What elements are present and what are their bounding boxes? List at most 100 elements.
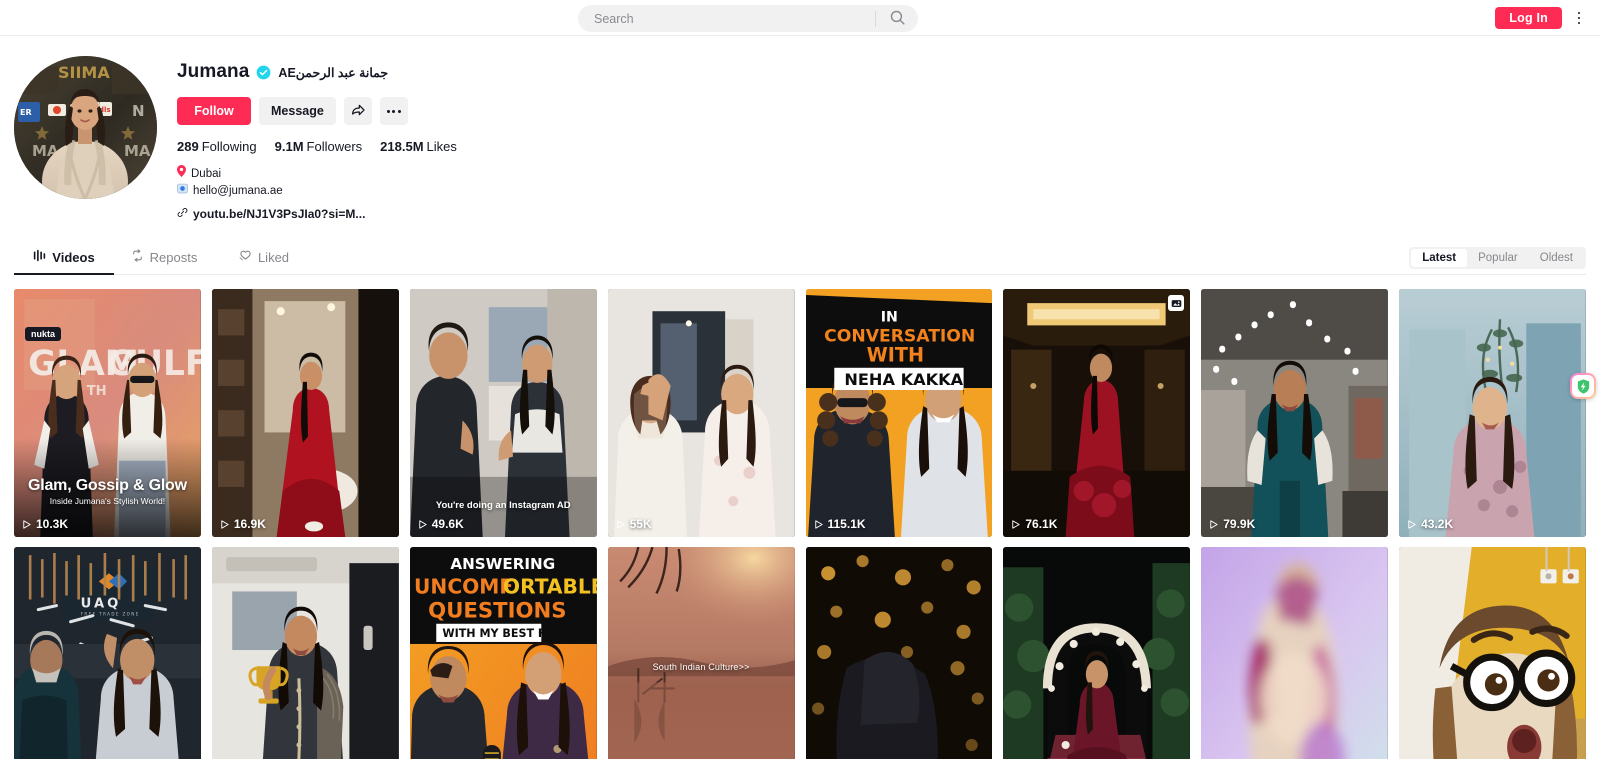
svg-text:SIIMA: SIIMA (58, 63, 110, 82)
view-count-value: 10.3K (36, 517, 69, 532)
heart-lock-icon (239, 249, 252, 265)
bio-link[interactable]: youtu.be/NJ1V3PsJIa0?si=M... (177, 206, 457, 222)
sort-oldest-button[interactable]: Oldest (1529, 249, 1584, 267)
stat-followers[interactable]: 9.1M Followers (275, 139, 363, 154)
video-card[interactable]: South Indian Culture>> (607, 547, 795, 759)
svg-text:UNCOMF: UNCOMF (414, 575, 513, 599)
search-button[interactable] (876, 5, 918, 32)
view-count: 49.6K (417, 517, 464, 531)
repost-arrows-icon (131, 249, 144, 265)
share-button[interactable] (343, 97, 372, 125)
profile-bio: Dubai hello@jumana.ae youtu.be/NJ1V3PsJI… (177, 165, 457, 222)
tab-videos[interactable]: Videos (14, 240, 114, 275)
search-input[interactable] (578, 11, 875, 26)
video-thumbnail: IN CONVERSATION WITH NEHA KAKKAR (805, 289, 993, 538)
video-card[interactable]: 43.2K (1399, 289, 1586, 538)
video-card[interactable] (805, 547, 993, 759)
verified-badge-icon (256, 65, 271, 80)
video-card[interactable]: 79.9K (1201, 289, 1389, 538)
video-thumbnail (607, 289, 795, 538)
more-options-button[interactable] (379, 97, 408, 125)
video-thumbnail (1399, 289, 1586, 538)
view-count-value: 79.9K (1223, 517, 1256, 532)
svg-text:ORTABLE: ORTABLE (503, 575, 597, 599)
photo-carousel-icon (1168, 295, 1185, 311)
following-label: Following (201, 139, 257, 154)
video-card[interactable]: UAQ FREE TRADE ZONE (14, 547, 201, 759)
view-count: 16.9K (219, 517, 266, 531)
video-card[interactable]: You're doing an Instagram AD 49.6K (409, 289, 597, 538)
grid-bars-icon (33, 249, 46, 265)
profile-real-name: جمانة عبد الرحمنAE (278, 65, 389, 80)
video-thumbnail (1201, 289, 1389, 538)
stat-likes: 218.5M Likes (380, 139, 457, 154)
login-button[interactable]: Log In (1495, 7, 1562, 29)
video-card[interactable]: 16.9K (211, 289, 399, 538)
profile-tabs: Videos Reposts Liked Latest Popular Olde… (14, 241, 1586, 275)
video-thumbnail (607, 547, 795, 759)
view-count: 55K (615, 517, 652, 531)
tab-reposts-label: Reposts (149, 249, 198, 265)
topbar-right-actions: Log In (1495, 0, 1590, 36)
likes-label: Likes (426, 139, 457, 154)
followers-count: 9.1M (274, 139, 304, 154)
video-card[interactable]: 76.1K (1003, 289, 1191, 538)
video-card[interactable]: 55K (607, 289, 795, 538)
share-arrow-icon (350, 102, 366, 121)
bio-email: hello@jumana.ae (177, 183, 457, 199)
video-card[interactable] (1003, 547, 1191, 759)
view-count: 43.2K (1406, 517, 1453, 531)
link-text: youtu.be/NJ1V3PsJIa0?si=M... (193, 207, 366, 221)
svg-text:N: N (132, 102, 145, 120)
video-thumbnail (1003, 547, 1191, 759)
video-thumbnail (1399, 547, 1586, 759)
view-count-value: 55K (629, 517, 652, 532)
profile-stats: 289 Following 9.1M Followers 218.5M Likes (177, 139, 457, 154)
view-count: 76.1K (1010, 517, 1057, 531)
tab-liked-label: Liked (257, 249, 290, 265)
video-card[interactable] (1399, 547, 1586, 759)
tab-videos-label: Videos (52, 249, 95, 265)
browser-extension-widget[interactable] (1570, 373, 1596, 399)
page-content: SIIMA N MA MA ER ndls Jumana جمانة عبد ا… (0, 36, 1600, 759)
follow-button[interactable]: Follow (177, 97, 251, 125)
svg-text:QUESTIONS: QUESTIONS (428, 599, 566, 624)
video-thumbnail (1201, 547, 1389, 759)
view-count-value: 76.1K (1025, 517, 1058, 532)
video-card[interactable] (211, 547, 399, 759)
message-button[interactable]: Message (259, 97, 336, 125)
video-card[interactable]: GLAM GULF TH (14, 289, 201, 538)
svg-text:MA: MA (124, 142, 151, 160)
video-thumbnail (211, 289, 399, 538)
view-count-value: 16.9K (233, 517, 266, 532)
view-count-value: 115.1K (827, 517, 866, 532)
video-thumbnail (1003, 289, 1191, 538)
video-card[interactable] (1201, 547, 1389, 759)
tab-liked[interactable]: Liked (214, 240, 314, 274)
svg-text:ANSWERING: ANSWERING (450, 556, 555, 574)
followers-label: Followers (306, 139, 363, 154)
sort-toggle-group: Latest Popular Oldest (1409, 247, 1586, 269)
kebab-menu-icon[interactable] (1568, 5, 1590, 31)
video-thumbnail (805, 547, 993, 759)
top-navigation-bar: Log In (0, 0, 1600, 36)
video-card[interactable]: IN CONVERSATION WITH NEHA KAKKAR 115.1K (805, 289, 993, 538)
stat-following[interactable]: 289 Following (177, 139, 257, 154)
view-count-value: 43.2K (1421, 517, 1454, 532)
bio-location: Dubai (177, 165, 457, 182)
sort-popular-button[interactable]: Popular (1467, 249, 1529, 267)
svg-text:IN: IN (880, 309, 897, 325)
view-count: 79.9K (1208, 517, 1255, 531)
profile-header: SIIMA N MA MA ER ndls Jumana جمانة عبد ا… (14, 36, 1586, 222)
search-bar[interactable] (578, 5, 918, 32)
video-grid: GLAM GULF TH (14, 289, 1586, 759)
avatar[interactable]: SIIMA N MA MA ER ndls (14, 56, 157, 199)
svg-text:UAQ: UAQ (81, 597, 122, 612)
following-count: 289 (177, 139, 199, 154)
video-thumbnail (409, 289, 597, 538)
brand-badge: nukta (25, 327, 62, 341)
sort-latest-button[interactable]: Latest (1411, 249, 1468, 267)
video-card[interactable]: ANSWERING UNCOMF ORTABLE QUESTIONS WITH … (409, 547, 597, 759)
tab-reposts[interactable]: Reposts (114, 240, 214, 274)
likes-count: 218.5M (380, 139, 424, 154)
